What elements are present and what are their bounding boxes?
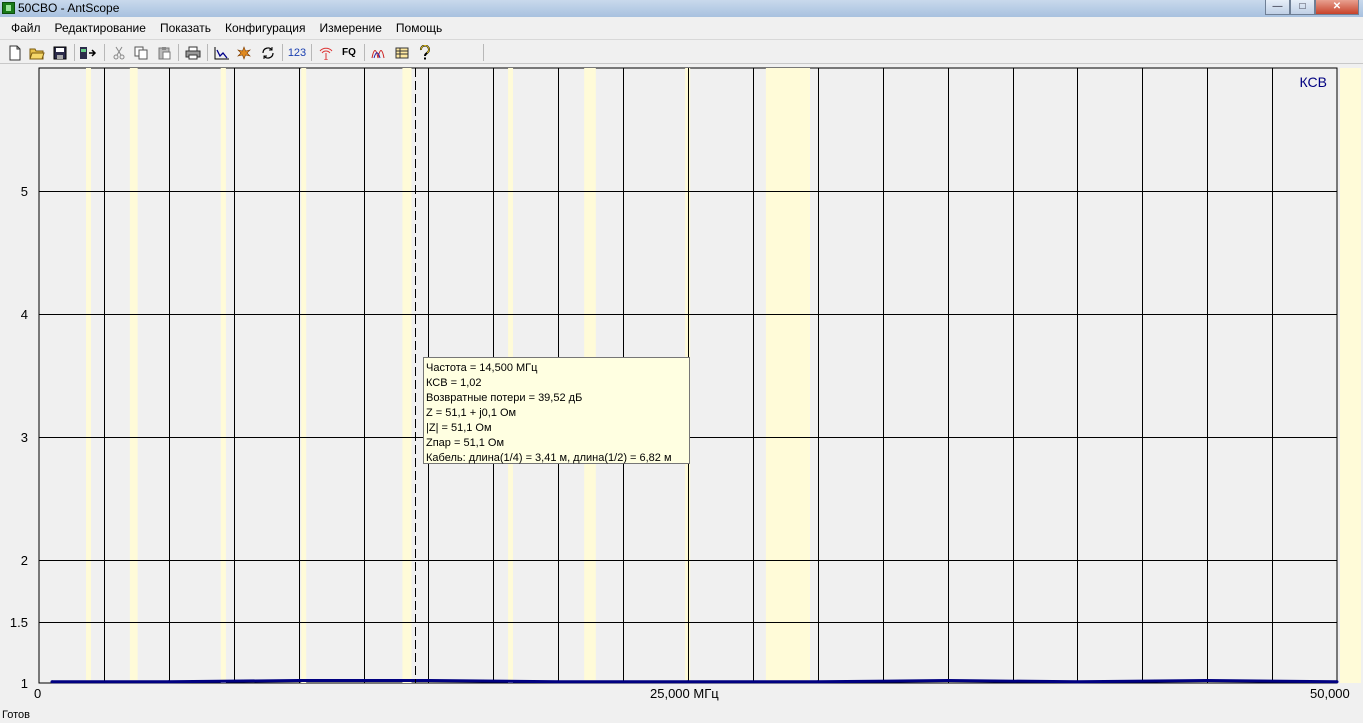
title-bar: 50CBO - AntScope — □ ✕ xyxy=(0,0,1363,17)
y-tick-3: 3 xyxy=(20,430,28,445)
data-point xyxy=(556,680,560,684)
tooltip-cable-length: Кабель: длина(1/4) = 3,41 м, длина(1/2) … xyxy=(426,452,672,464)
open-folder-icon[interactable] xyxy=(27,43,47,62)
maximize-button[interactable]: □ xyxy=(1290,0,1315,15)
menu-edit[interactable]: Редактирование xyxy=(48,18,153,38)
antenna-icon[interactable] xyxy=(316,43,336,62)
x-tick-end: 50,000 xyxy=(1310,686,1350,701)
y-tick-1: 1 xyxy=(20,676,28,691)
window-title: 50CBO - AntScope xyxy=(18,1,120,15)
tooltip-parallel-impedance: Zпар = 51,1 Ом xyxy=(426,437,505,449)
tooltip-impedance: Z = 51,1 + j0,1 Ом xyxy=(426,407,517,419)
window-controls: — □ ✕ xyxy=(1265,0,1359,15)
menu-view[interactable]: Показать xyxy=(153,18,218,38)
data-point xyxy=(816,680,820,684)
band-rect xyxy=(402,68,412,683)
tooltip-vswr: КСВ = 1,02 xyxy=(426,377,482,389)
measurement-tooltip: Частота = 14,500 МГц КСВ = 1,02 Возвратн… xyxy=(423,357,690,464)
status-bar: Готов xyxy=(0,707,1363,721)
y-tick-5: 5 xyxy=(20,184,28,199)
tooltip-return-loss: Возвратные потери = 39,52 дБ xyxy=(426,392,583,404)
close-button[interactable]: ✕ xyxy=(1315,0,1359,15)
data-point xyxy=(946,679,950,683)
y-tick-4: 4 xyxy=(20,307,28,322)
y-tick-2: 2 xyxy=(20,553,28,568)
table-icon[interactable] xyxy=(392,43,412,62)
y-tick-1-5: 1.5 xyxy=(9,615,28,630)
cut-icon[interactable] xyxy=(109,43,129,62)
series-label: КСВ xyxy=(1300,74,1327,90)
refresh-icon[interactable] xyxy=(258,43,278,62)
menu-measurement[interactable]: Измерение xyxy=(312,18,388,38)
help-icon[interactable] xyxy=(415,43,435,62)
tooltip-impedance-magnitude: |Z| = 51,1 Ом xyxy=(426,422,492,434)
menu-bar: Файл Редактирование Показать Конфигураци… xyxy=(0,18,1363,38)
scan-icon[interactable] xyxy=(234,43,254,62)
series-line xyxy=(52,678,1338,684)
copy-icon[interactable] xyxy=(131,43,151,62)
plot-area[interactable]: КСВ 1 1.5 2 3 4 5 0 25,000 МГц 50,000 Ча… xyxy=(0,65,1363,707)
x-tick-mid: 25,000 МГц xyxy=(650,686,719,701)
numbers-icon[interactable]: 123 xyxy=(287,43,307,62)
graph-icon[interactable] xyxy=(212,43,232,62)
menu-configuration[interactable]: Конфигурация xyxy=(218,18,313,38)
band-rect xyxy=(85,68,91,683)
tooltip-frequency: Частота = 14,500 МГц xyxy=(426,362,538,374)
data-point xyxy=(426,679,430,683)
band-rect xyxy=(765,68,811,683)
smith-icon[interactable] xyxy=(369,43,389,62)
menu-file[interactable]: Файл xyxy=(4,18,48,38)
data-point xyxy=(686,680,690,684)
minimize-button[interactable]: — xyxy=(1265,0,1290,15)
print-icon[interactable] xyxy=(183,43,203,62)
band-rect xyxy=(220,68,226,683)
app-icon xyxy=(2,2,15,14)
data-point xyxy=(1335,680,1339,684)
menu-help[interactable]: Помощь xyxy=(389,18,449,38)
toolbar: 123 FQ xyxy=(0,39,1363,64)
data-point xyxy=(1205,679,1209,683)
band-rect xyxy=(129,68,138,683)
frequency-icon[interactable]: FQ xyxy=(339,43,359,62)
data-point xyxy=(1075,680,1079,684)
x-tick-start: 0 xyxy=(34,686,42,701)
paste-icon[interactable] xyxy=(154,43,174,62)
data-point xyxy=(50,680,54,684)
band-rect xyxy=(301,68,307,683)
data-point xyxy=(297,679,301,683)
new-file-icon[interactable] xyxy=(5,43,25,62)
export-icon[interactable] xyxy=(78,43,98,62)
data-point xyxy=(167,680,171,684)
save-icon[interactable] xyxy=(50,43,70,62)
